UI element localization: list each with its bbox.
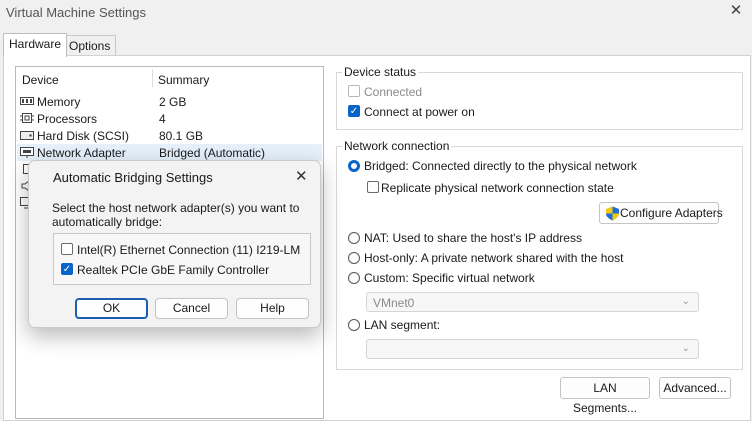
adapter-checkbox-intel[interactable] xyxy=(61,243,73,255)
host-only-radio[interactable] xyxy=(348,252,360,264)
device-row-memory[interactable]: Memory 2 GB xyxy=(17,93,322,110)
custom-radio[interactable] xyxy=(348,272,360,284)
lan-segment-select[interactable]: ⌄ xyxy=(366,339,699,359)
lan-segments-button[interactable]: LAN Segments... xyxy=(560,377,650,415)
device-row-network-adapter[interactable]: Network Adapter Bridged (Automatic) xyxy=(17,144,322,161)
device-summary: 80.1 GB xyxy=(159,129,204,143)
connected-label: Connected xyxy=(364,85,423,99)
connected-checkbox[interactable] xyxy=(348,85,360,97)
custom-label: Custom: Specific virtual network xyxy=(364,271,535,285)
hard-disk-icon xyxy=(20,129,34,141)
adapter-label-intel: Intel(R) Ethernet Connection (11) I219-L… xyxy=(77,243,301,257)
device-name: Hard Disk (SCSI) xyxy=(37,129,130,143)
device-name: Memory xyxy=(37,95,81,109)
device-name: Processors xyxy=(37,112,98,126)
device-summary: 4 xyxy=(159,112,166,126)
tab-hardware[interactable]: Hardware xyxy=(3,33,68,57)
adapter-label-realtek: Realtek PCIe GbE Family Controller xyxy=(77,263,270,277)
chevron-down-icon: ⌄ xyxy=(681,296,690,307)
ok-button[interactable]: OK xyxy=(75,298,148,319)
host-only-label: Host-only: A private network shared with… xyxy=(364,251,624,265)
adapter-list: Intel(R) Ethernet Connection (11) I219-L… xyxy=(53,233,311,285)
column-separator xyxy=(152,69,153,87)
device-status-group xyxy=(336,72,743,130)
lan-segment-radio[interactable] xyxy=(348,319,360,331)
device-list-header: Device Summary xyxy=(16,67,323,89)
network-adapter-icon xyxy=(20,146,34,158)
advanced-button[interactable]: Advanced... xyxy=(659,377,731,399)
close-icon[interactable]: ✕ xyxy=(729,3,743,18)
custom-network-select[interactable]: VMnet0 ⌄ xyxy=(366,292,699,312)
device-row-hard-disk[interactable]: Hard Disk (SCSI) 80.1 GB xyxy=(17,127,322,144)
column-summary[interactable]: Summary xyxy=(158,73,209,87)
processor-icon xyxy=(20,112,34,124)
device-name: Network Adapter xyxy=(37,146,126,160)
configure-adapters-button[interactable]: Configure Adapters xyxy=(599,202,723,227)
bridged-radio[interactable] xyxy=(348,160,360,172)
close-icon[interactable]: ✕ xyxy=(295,167,308,185)
shield-icon xyxy=(605,206,620,227)
device-row-processors[interactable]: Processors 4 xyxy=(17,110,322,127)
device-summary: Bridged (Automatic) xyxy=(159,146,266,160)
memory-icon xyxy=(20,95,34,107)
connect-at-power-on-label: Connect at power on xyxy=(364,105,475,119)
dialog-message: Select the host network adapter(s) you w… xyxy=(52,201,300,229)
custom-network-value: VMnet0 xyxy=(373,296,415,310)
replicate-label: Replicate physical network connection st… xyxy=(381,181,614,195)
nat-radio[interactable] xyxy=(348,232,360,244)
chevron-down-icon: ⌄ xyxy=(681,343,690,354)
configure-adapters-label: Configure Adapters xyxy=(620,206,723,220)
bridged-label: Bridged: Connected directly to the physi… xyxy=(364,159,637,173)
dialog-title: Automatic Bridging Settings xyxy=(53,170,213,185)
lan-segment-label: LAN segment: xyxy=(364,318,441,332)
column-device[interactable]: Device xyxy=(22,73,59,87)
device-summary: 2 GB xyxy=(159,95,187,109)
connect-at-power-on-checkbox[interactable]: ✓ xyxy=(348,105,360,117)
automatic-bridging-dialog: Automatic Bridging Settings ✕ Select the… xyxy=(28,160,321,328)
device-status-label: Device status xyxy=(342,65,419,79)
network-connection-label: Network connection xyxy=(342,139,452,153)
window-title: Virtual Machine Settings xyxy=(6,5,146,20)
adapter-checkbox-realtek[interactable]: ✓ xyxy=(61,263,73,275)
cancel-button[interactable]: Cancel xyxy=(155,298,228,319)
help-button[interactable]: Help xyxy=(236,298,309,319)
nat-label: NAT: Used to share the host's IP address xyxy=(364,231,582,245)
replicate-checkbox[interactable] xyxy=(367,181,379,193)
tab-options[interactable]: Options xyxy=(63,35,117,56)
